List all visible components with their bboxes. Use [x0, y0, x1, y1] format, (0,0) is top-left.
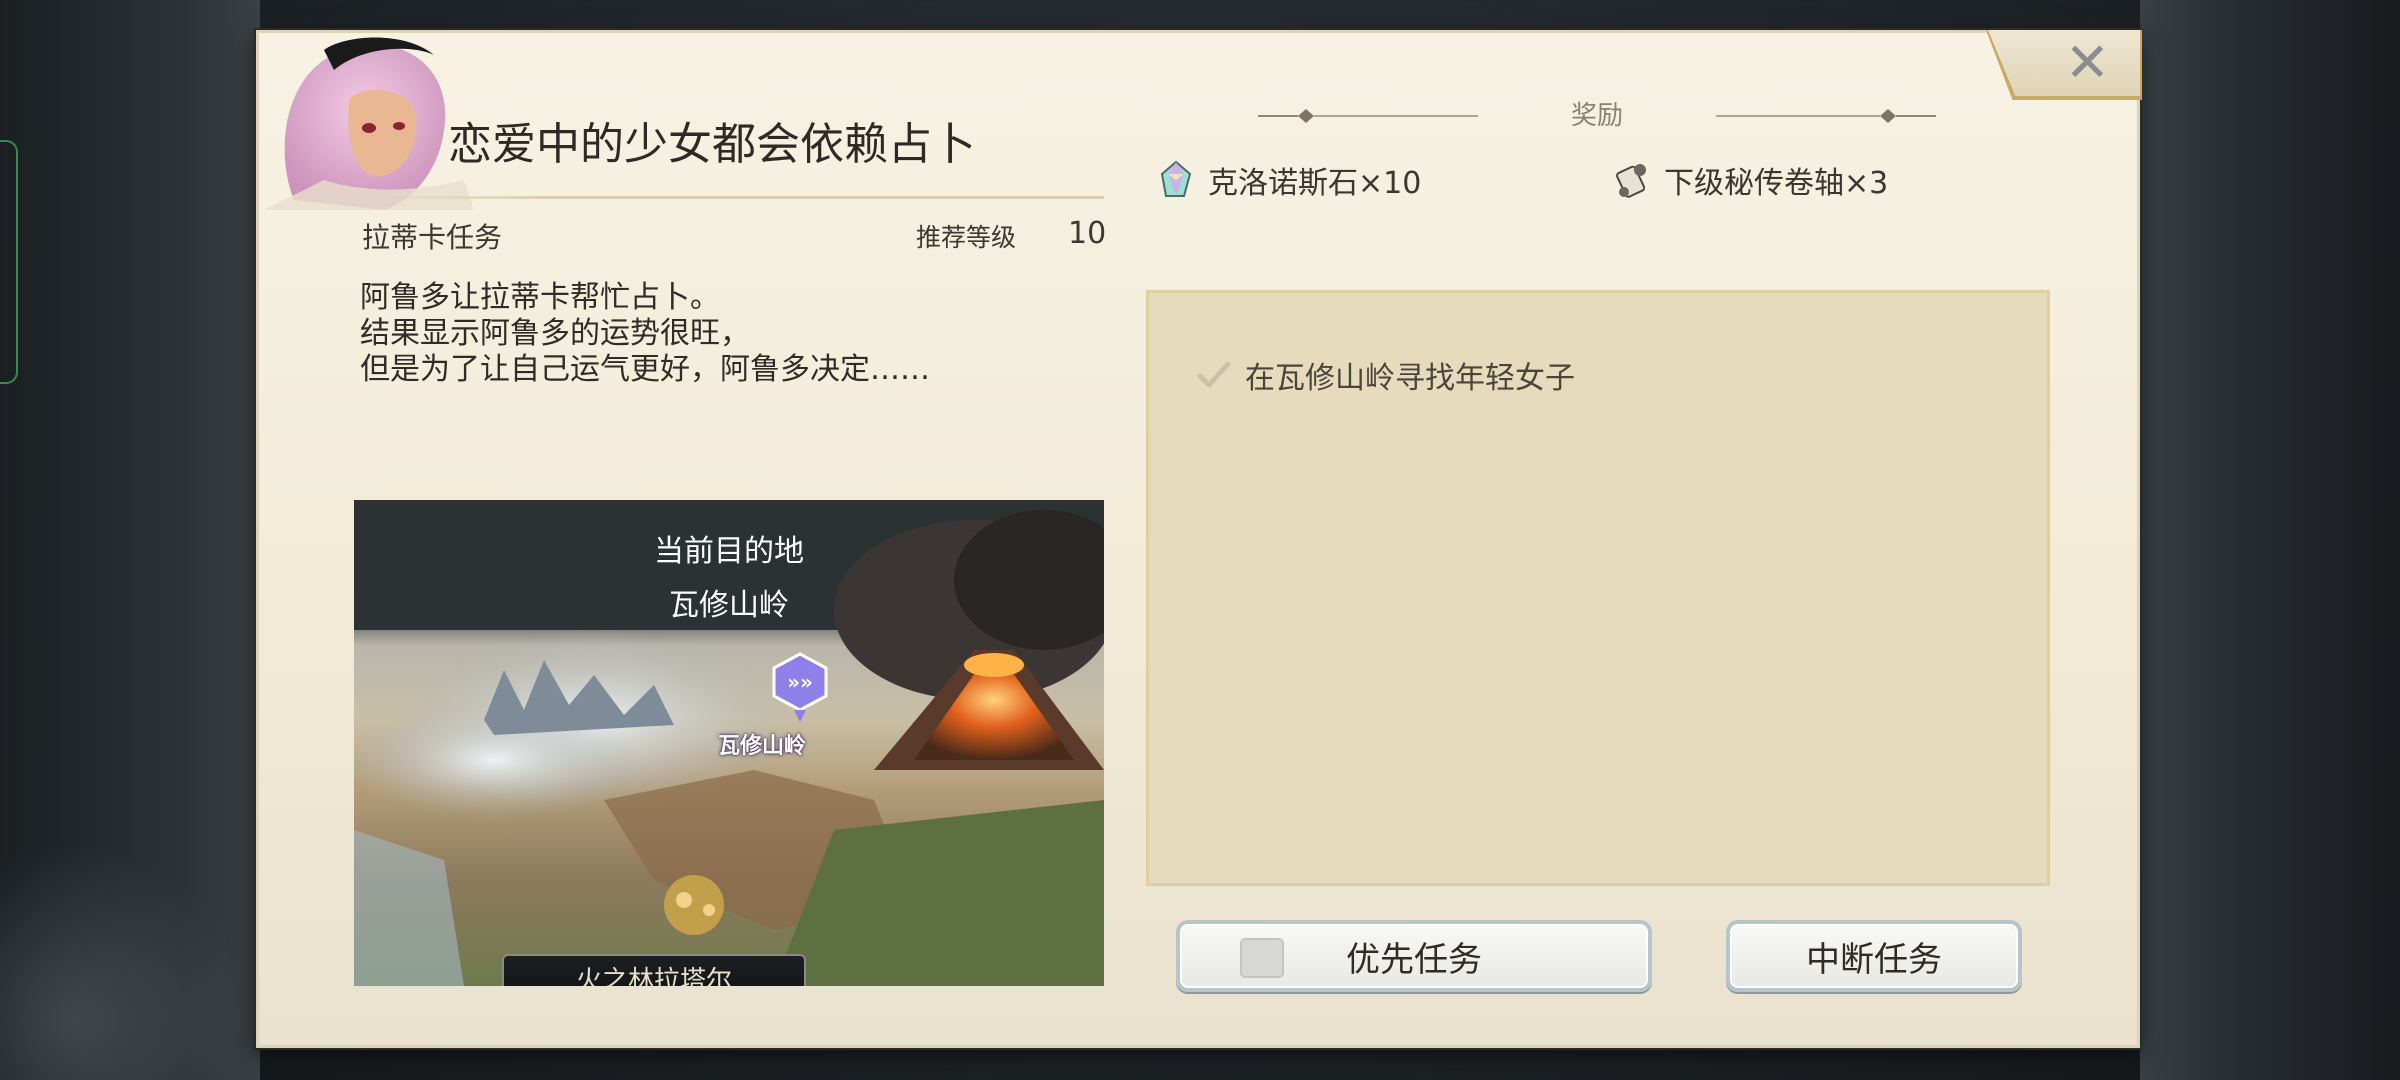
reward-item-scroll[interactable]: 下级秘传卷轴×3 — [1612, 158, 1888, 202]
title-divider — [360, 196, 1104, 199]
side-tab-outline — [0, 140, 18, 384]
priority-checkbox[interactable] — [1240, 938, 1284, 978]
reward-header: 奖励 — [1258, 96, 1936, 136]
description-line: 但是为了让自己运气更好，阿鲁多决定…… — [360, 352, 930, 387]
reward-item-label: 下级秘传卷轴×3 — [1664, 166, 1889, 201]
map-current-destination-label: 当前目的地 — [654, 534, 804, 569]
close-icon: ✕ — [2064, 31, 2110, 94]
scroll-icon — [1616, 164, 1646, 198]
destination-marker-icon[interactable]: »» — [770, 652, 830, 724]
check-icon — [1197, 361, 1231, 388]
quest-title: 恋爱中的少女都会依赖占卜 — [448, 119, 976, 170]
objective-label: 在瓦修山岭寻找年轻女子 — [1245, 361, 1575, 396]
recommended-level-label: 推荐等级 — [916, 223, 1017, 252]
objective-item: 在瓦修山岭寻找年轻女子 — [1197, 353, 1575, 397]
recommended-level-value: 10 — [1068, 216, 1107, 251]
background-ornament — [0, 780, 240, 1080]
description-line: 结果显示阿鲁多的运势很旺， — [360, 316, 750, 351]
map-marker-label: 瓦修山岭 — [718, 734, 807, 759]
priority-quest-label: 优先任务 — [1346, 939, 1482, 980]
description-line: 阿鲁多让拉蒂卡帮忙占卜。 — [360, 280, 720, 315]
priority-quest-button[interactable]: 优先任务 — [1176, 920, 1652, 992]
abort-quest-label: 中断任务 — [1806, 939, 1942, 980]
objectives-box: 在瓦修山岭寻找年轻女子 — [1146, 290, 2050, 886]
quest-description: 阿鲁多让拉蒂卡帮忙占卜。 结果显示阿鲁多的运势很旺， 但是为了让自己运气更好，阿… — [360, 280, 1080, 388]
crystal-stone-icon — [1160, 160, 1192, 197]
svg-text:»»: »» — [787, 670, 813, 694]
background-right — [2140, 0, 2400, 1080]
reward-divider-right — [1716, 109, 1936, 123]
reward-item-crystal[interactable]: 克洛诺斯石×10 — [1156, 158, 1421, 202]
quest-type: 拉蒂卡任务 — [362, 221, 503, 254]
npc-portrait — [264, 37, 474, 210]
map-location-banner: 火之林拉塔尔 — [502, 954, 806, 986]
map-destination-name: 瓦修山岭 — [669, 588, 789, 623]
abort-quest-button[interactable]: 中断任务 — [1726, 920, 2022, 992]
reward-item-label: 克洛诺斯石×10 — [1208, 166, 1422, 201]
destination-map[interactable]: »» 当前目的地 瓦修山岭 瓦修山岭 火之林拉塔尔 — [354, 500, 1104, 986]
